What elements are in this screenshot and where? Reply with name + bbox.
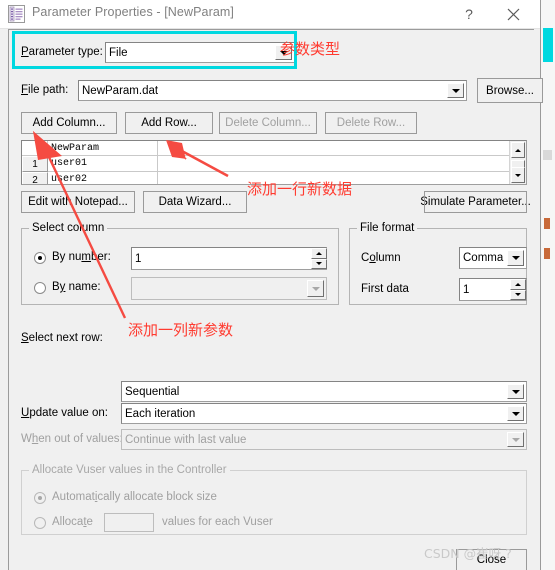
annotation-add-column: 添加一列新参数 <box>128 321 234 339</box>
by-number-radio-dot <box>38 256 42 260</box>
select-next-row-combo[interactable]: Sequential <box>121 381 527 402</box>
by-number-spin-down[interactable] <box>311 258 327 269</box>
background-orange-mark-1 <box>544 218 550 229</box>
csdn-watermark: CSDN @崔呀 ? <box>424 546 512 561</box>
allocate-radio <box>34 517 46 529</box>
by-number-spinner[interactable] <box>311 248 327 269</box>
background-cyan-mark <box>543 28 553 62</box>
allocate-value-input <box>104 513 154 532</box>
grid-row-header-1[interactable]: 1 <box>22 156 48 172</box>
parameter-document-icon <box>8 5 25 23</box>
by-number-spin-up[interactable] <box>311 248 327 259</box>
file-path-value: NewParam.dat <box>82 84 159 97</box>
background-gray-mark <box>543 150 552 160</box>
when-out-of-values-dropdown-arrow <box>507 432 524 447</box>
delete-row-button: Delete Row... <box>325 112 417 134</box>
when-out-of-values-value: Continue with last value <box>125 433 247 446</box>
first-data-label: First data <box>361 283 409 295</box>
parameter-type-value: File <box>109 46 128 59</box>
edit-with-notepad-button[interactable]: Edit with Notepad... <box>21 191 135 213</box>
first-data-spin-up[interactable] <box>510 279 526 290</box>
file-path-combo[interactable]: NewParam.dat <box>78 80 467 101</box>
update-value-on-dropdown-arrow[interactable] <box>507 406 524 421</box>
by-name-dropdown-arrow <box>307 280 324 297</box>
grid-cell-2[interactable]: user02 <box>48 172 158 184</box>
update-value-on-combo[interactable]: Each iteration <box>121 403 527 424</box>
file-format-group-title: File format <box>357 222 418 234</box>
column-format-dropdown-arrow[interactable] <box>507 250 524 266</box>
background-orange-mark-2 <box>544 248 550 259</box>
select-next-row-dropdown-arrow[interactable] <box>507 384 524 399</box>
grid-cell-1-empty[interactable] <box>158 156 509 172</box>
grid-vertical-scrollbar[interactable] <box>509 141 526 184</box>
by-name-combo <box>131 277 327 300</box>
select-column-group-title: Select column <box>29 222 108 234</box>
title-bar: Parameter Properties - [NewParam] ? <box>0 0 540 29</box>
file-path-label: File path: <box>21 84 69 96</box>
column-format-combo[interactable]: Comma <box>459 247 527 269</box>
simulate-parameter-button[interactable]: Simulate Parameter... <box>420 191 531 213</box>
add-row-button[interactable]: Add Row... <box>125 112 213 134</box>
close-icon <box>507 8 519 20</box>
allocate-suffix-label: values for each Vuser <box>162 516 273 528</box>
update-value-on-value: Each iteration <box>125 407 196 420</box>
grid-corner-cell <box>22 141 48 156</box>
auto-allocate-radio-dot <box>38 496 42 500</box>
when-out-of-values-combo: Continue with last value <box>121 429 527 450</box>
scroll-down-button[interactable] <box>511 167 525 183</box>
column-format-value: Comma <box>463 252 504 264</box>
column-format-label: Column <box>361 252 401 264</box>
update-value-on-label: Update value on: <box>21 407 108 419</box>
dialog-client-area: Parameter type: File File path: NewParam… <box>8 29 543 570</box>
scroll-up-button[interactable] <box>511 142 525 158</box>
file-path-dropdown-arrow[interactable] <box>447 83 464 98</box>
data-wizard-button[interactable]: Data Wizard... <box>143 191 247 213</box>
auto-allocate-radio <box>34 492 46 504</box>
grid-column-header[interactable]: NewParam <box>48 141 158 156</box>
allocate-label: Allocate <box>52 516 93 528</box>
first-data-spinner[interactable] <box>510 279 526 300</box>
by-number-input[interactable]: 1 <box>131 247 327 270</box>
when-out-of-values-label: When out of values: <box>21 433 123 445</box>
help-button[interactable]: ? <box>450 0 488 28</box>
auto-allocate-label: Automatically allocate block size <box>52 491 217 503</box>
grid-row-header-2[interactable]: 2 <box>22 172 48 184</box>
parameter-type-combo[interactable]: File <box>105 42 295 63</box>
select-next-row-value: Sequential <box>125 385 180 398</box>
add-column-button[interactable]: Add Column... <box>21 112 117 134</box>
grid-cell-1[interactable]: user01 <box>48 156 158 172</box>
by-name-label: By name: <box>52 281 101 293</box>
delete-column-button: Delete Column... <box>219 112 317 134</box>
close-window-button[interactable] <box>494 0 532 28</box>
parameter-type-label: Parameter type: <box>21 46 103 58</box>
window-title: Parameter Properties - [NewParam] <box>32 5 234 19</box>
by-number-value: 1 <box>135 252 142 265</box>
annotation-add-row: 添加一行新数据 <box>247 180 353 198</box>
screenshot-root: Parameter Properties - [NewParam] ? Para… <box>0 0 555 570</box>
allocate-vuser-group-title: Allocate Vuser values in the Controller <box>29 464 230 476</box>
browse-button[interactable]: Browse... <box>477 78 543 103</box>
first-data-value: 1 <box>463 283 470 296</box>
by-name-radio[interactable] <box>34 282 46 294</box>
grid-column-header-empty <box>158 141 509 156</box>
first-data-spin-down[interactable] <box>510 289 526 300</box>
select-next-row-label: Select next row: <box>21 332 103 344</box>
by-number-label: By number: <box>52 251 111 263</box>
annotation-parameter-type: 参数类型 <box>280 40 341 58</box>
parameter-properties-window: Parameter Properties - [NewParam] ? Para… <box>0 0 543 570</box>
by-number-radio[interactable] <box>34 252 46 264</box>
